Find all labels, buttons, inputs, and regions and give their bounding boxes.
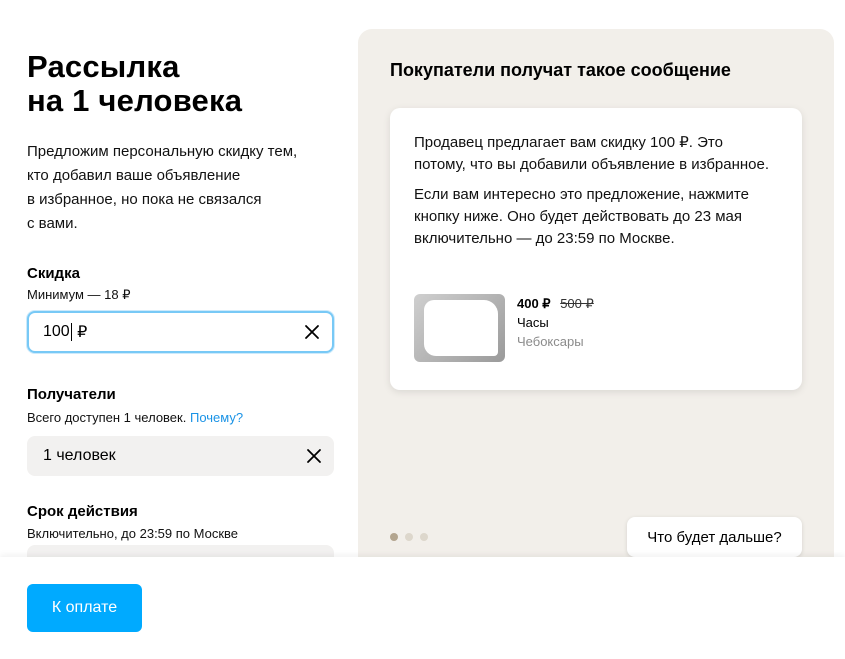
product-preview: 400 ₽ 500 ₽ Часы Чебоксары [414, 294, 594, 362]
carousel-dot-1[interactable] [390, 533, 398, 541]
discount-currency: ₽ [72, 324, 88, 341]
product-city: Чебоксары [517, 334, 584, 349]
pay-button[interactable]: К оплате [27, 584, 142, 632]
product-info: 400 ₽ 500 ₽ Часы Чебоксары [517, 294, 594, 362]
discount-value: 100 [43, 323, 70, 340]
validity-section: Срок действия Включительно, до 23:59 по … [27, 502, 335, 543]
bottom-bar: К оплате [0, 557, 845, 659]
preview-title: Покупатели получат такое сообщение [390, 60, 731, 80]
recipients-hint-text: Всего доступен 1 человек. [27, 410, 187, 425]
product-price-row: 400 ₽ 500 ₽ [517, 294, 594, 313]
message-preview-card: Продавец предлагает вам скидку 100 ₽. Эт… [390, 108, 802, 390]
preview-panel: Покупатели получат такое сообщение Прода… [358, 29, 834, 569]
product-price: 400 ₽ [517, 296, 551, 311]
title-line-1: Рассылка [27, 49, 180, 84]
recipients-field[interactable]: 1 человек [27, 436, 334, 476]
discount-mailing-page: Рассылка на 1 человека Предложим персона… [0, 0, 845, 659]
text-caret [70, 323, 72, 341]
why-link[interactable]: Почему? [190, 410, 243, 425]
carousel-dots [390, 533, 428, 541]
message-paragraph-1: Продавец предлагает вам скидку 100 ₽. Эт… [414, 134, 770, 173]
description-line: Предложим персональную скидку тем, [27, 143, 298, 160]
description-line: кто добавил ваше объявление [27, 167, 241, 184]
clear-icon[interactable] [306, 448, 322, 464]
discount-label: Скидка [27, 265, 80, 282]
description-line: с вами. [27, 215, 78, 232]
what-next-button[interactable]: Что будет дальше? [627, 517, 802, 557]
recipients-hint: Всего доступен 1 человек. Почему? [27, 409, 335, 427]
discount-hint: Минимум — 18 ₽ [27, 287, 131, 302]
validity-label: Срок действия [27, 503, 138, 520]
carousel-dot-3[interactable] [420, 533, 428, 541]
carousel-dot-2[interactable] [405, 533, 413, 541]
form-column: Рассылка на 1 человека Предложим персона… [27, 50, 335, 543]
product-old-price: 500 ₽ [560, 296, 594, 311]
discount-section: Скидка Минимум — 18 ₽ 100 ₽ [27, 264, 335, 353]
product-image-shape [424, 300, 498, 356]
message-paragraph-2: Если вам интересно это предложение, нажм… [414, 186, 749, 247]
page-title: Рассылка на 1 человека [27, 50, 335, 118]
product-thumbnail [414, 294, 505, 362]
recipients-value: 1 человек [43, 447, 116, 464]
discount-input[interactable]: 100 ₽ [27, 311, 334, 353]
recipients-label: Получатели [27, 386, 116, 403]
clear-icon[interactable] [304, 324, 320, 340]
page-description: Предложим персональную скидку тем, кто д… [27, 140, 335, 236]
product-name: Часы [517, 315, 549, 330]
title-line-2: на 1 человека [27, 83, 243, 118]
validity-hint: Включительно, до 23:59 по Москве [27, 526, 239, 541]
description-line: в избранное, но пока не связался [27, 191, 262, 208]
recipients-section: Получатели Всего доступен 1 человек. Поч… [27, 385, 335, 476]
